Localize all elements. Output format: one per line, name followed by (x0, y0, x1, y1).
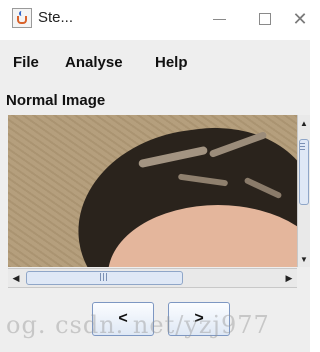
watermark-text: og. csdn. net/yzj977 (6, 311, 270, 339)
cup-shape (17, 16, 27, 24)
image-view[interactable] (8, 115, 297, 267)
scroll-right-icon[interactable]: ▶ (283, 271, 295, 285)
minimize-icon (212, 18, 226, 20)
vertical-thumb-grip (300, 143, 305, 144)
vertical-scrollbar[interactable]: ▲ ▼ (297, 115, 310, 267)
maximize-icon (259, 13, 271, 25)
menu-bar: File Analyse Help (0, 40, 310, 84)
scroll-down-icon[interactable]: ▼ (299, 253, 309, 265)
horizontal-scroll-thumb[interactable] (26, 271, 183, 285)
maximize-button[interactable] (247, 5, 283, 33)
menu-help[interactable]: Help (155, 54, 188, 71)
window-title: Ste... (38, 9, 74, 26)
scroll-corner (297, 268, 310, 288)
java-cup-icon (12, 8, 32, 28)
vertical-scroll-thumb[interactable] (299, 139, 309, 205)
scroll-left-icon[interactable]: ◀ (10, 271, 22, 285)
window-title-bar[interactable]: Ste... ✕ (0, 0, 310, 40)
horizontal-scrollbar[interactable]: ◀ ▶ (8, 268, 297, 288)
scroll-up-icon[interactable]: ▲ (299, 117, 309, 129)
menu-analyse[interactable]: Analyse (65, 54, 123, 71)
close-button[interactable]: ✕ (282, 5, 318, 33)
image-section-label: Normal Image (6, 92, 106, 109)
menu-file[interactable]: File (13, 54, 39, 71)
close-icon: ✕ (292, 8, 308, 29)
horizontal-thumb-grip (100, 273, 101, 281)
minimize-button[interactable] (201, 5, 237, 33)
